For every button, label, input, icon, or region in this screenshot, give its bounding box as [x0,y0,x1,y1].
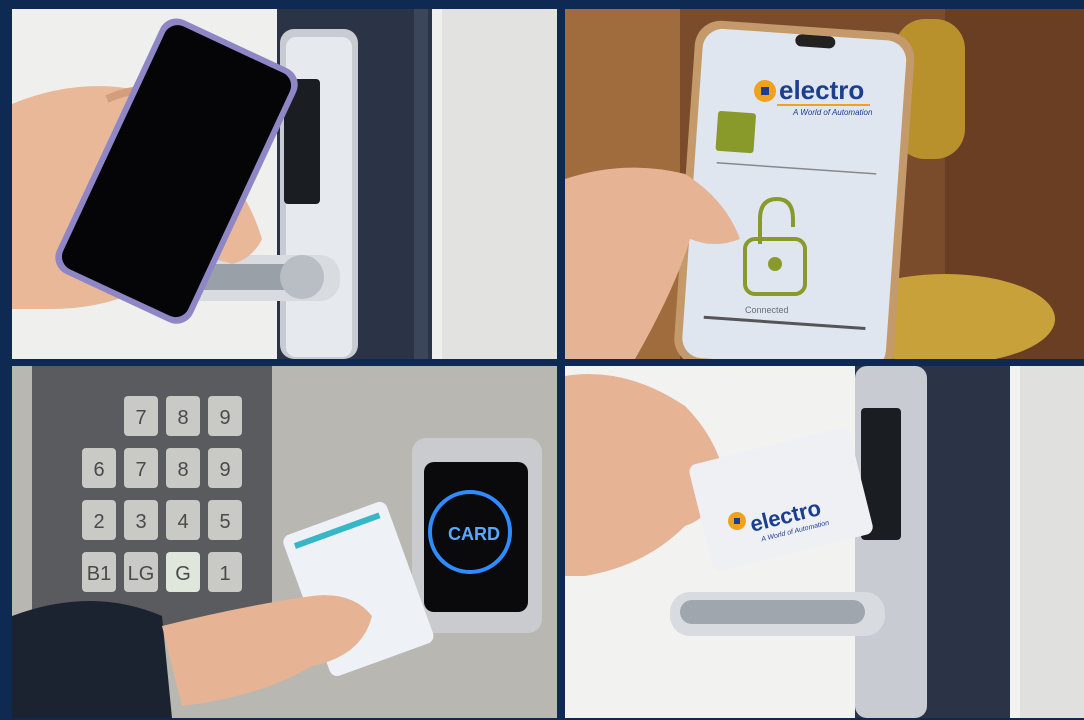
connection-status: Connected [745,305,789,315]
reader-label: CARD [448,524,500,544]
keypad-key-label: G [175,563,191,585]
panel-app-screen: electro A World of Automation Connected [565,9,1084,359]
keypad-key-label: 9 [219,407,230,429]
keypad-key-label: 6 [93,459,104,481]
photo-collage: electro A World of Automation Connected … [0,0,1084,720]
panel-card-on-lock: electro A World of Automation [565,366,1084,718]
panel-keypad-card: 7 8 9 6 7 8 9 2 3 4 5 B1 LG G 1 CARD [12,366,557,718]
app-tagline: A World of Automation [792,108,873,117]
keypad-key-label: 9 [219,459,230,481]
brand-logo-icon [754,80,776,102]
keypad-key-label: 8 [177,459,188,481]
keypad-key-label: 4 [177,511,188,533]
sleeve [12,601,172,718]
panel-phone-on-lock [12,9,557,359]
keypad-key-label: 1 [219,563,230,585]
keypad-key-label: 7 [135,407,146,429]
keypad-key-label: 5 [219,511,230,533]
keypad-key-label: 2 [93,511,104,533]
keypad-key-label: LG [128,563,155,585]
phone-icon [674,20,915,359]
keypad-key-label: 3 [135,511,146,533]
keypad-key-label: 7 [135,459,146,481]
brand-logo-icon [728,512,746,530]
app-brand-name: electro [779,75,864,105]
keypad-key-label: B1 [87,563,111,585]
keypad-key-label: 8 [177,407,188,429]
